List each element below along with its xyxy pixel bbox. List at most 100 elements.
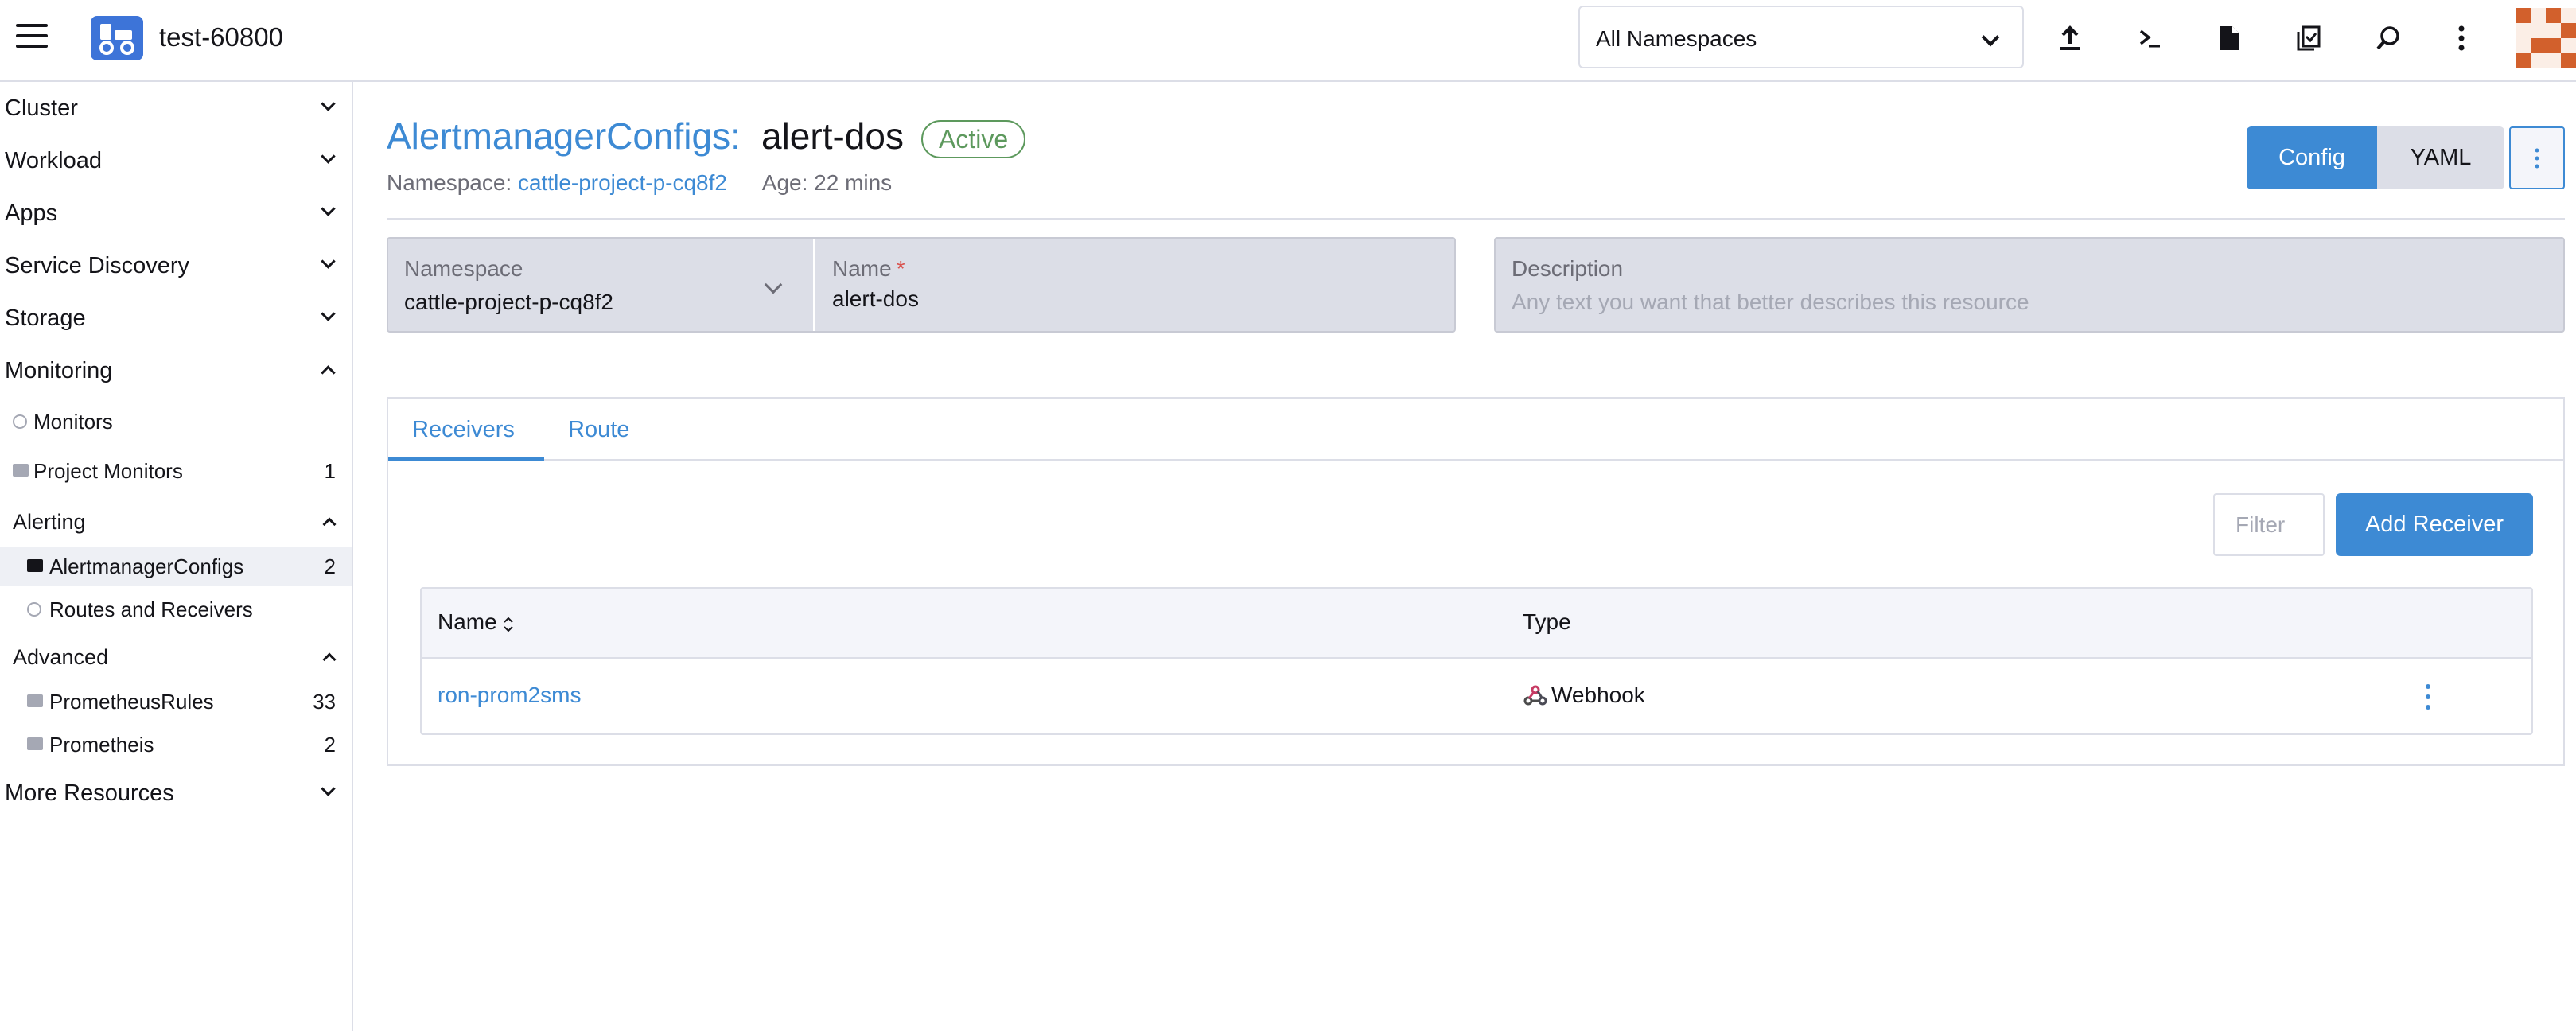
file-icon[interactable] xyxy=(2212,21,2247,56)
chevron-down-icon xyxy=(321,96,336,111)
menu-icon[interactable] xyxy=(16,24,48,53)
nav-group-workload[interactable]: Workload xyxy=(0,137,352,185)
nav-subgroup-label: Alerting xyxy=(13,510,86,534)
sidebar-item-label: Project Monitors xyxy=(33,459,183,483)
user-avatar[interactable] xyxy=(2516,8,2576,68)
nav-group-apps[interactable]: Apps xyxy=(0,189,352,237)
receiver-name-link[interactable]: ron-prom2sms xyxy=(438,683,581,708)
tab-route[interactable]: Route xyxy=(568,399,629,461)
nav-group-service-discovery[interactable]: Service Discovery xyxy=(0,242,352,290)
chevron-up-icon xyxy=(321,365,336,380)
shell-icon[interactable] xyxy=(2132,21,2167,56)
namespace-filter-value: All Namespaces xyxy=(1596,26,1757,51)
nav-group-monitoring[interactable]: Monitoring xyxy=(0,347,352,395)
webhook-icon xyxy=(1523,685,1547,706)
folder-icon xyxy=(27,559,43,572)
sidebar-item-prometheusrules[interactable]: PrometheusRules 33 xyxy=(0,682,352,722)
sidebar-item-alertmanagerconfigs[interactable]: AlertmanagerConfigs 2 xyxy=(0,547,352,586)
nav-group-more-resources[interactable]: More Resources xyxy=(0,769,352,817)
namespace-meta-label: Namespace: xyxy=(387,170,512,195)
sidebar-item-count: 2 xyxy=(324,733,336,757)
actions-menu-button[interactable] xyxy=(2509,126,2565,189)
resource-meta: Namespace: cattle-project-p-cq8f2 Age: 2… xyxy=(387,170,892,196)
header-divider xyxy=(387,218,2565,220)
tab-bar: Receivers Route xyxy=(388,399,2563,461)
copy-check-icon[interactable] xyxy=(2291,21,2326,56)
sidebar-item-label: Routes and Receivers xyxy=(49,597,253,621)
chevron-down-icon xyxy=(321,201,336,216)
sidebar-item-label: Prometheis xyxy=(49,733,154,757)
chevron-down-icon[interactable] xyxy=(764,275,783,294)
globe-icon xyxy=(27,602,41,617)
receiver-type-label: Webhook xyxy=(1551,683,1645,707)
nav-group-label: Apps xyxy=(5,200,58,226)
nav-group-cluster[interactable]: Cluster xyxy=(0,84,352,132)
more-vertical-icon xyxy=(2535,148,2539,168)
description-field-placeholder: Any text you want that better describes … xyxy=(1512,290,2029,314)
column-header-type: Type xyxy=(1523,609,1571,634)
resource-type-link[interactable]: AlertmanagerConfigs: xyxy=(387,115,741,158)
sort-icon[interactable] xyxy=(503,616,514,633)
namespace-field-label: Namespace xyxy=(404,256,523,281)
required-marker: * xyxy=(896,256,905,281)
upload-icon[interactable] xyxy=(2053,21,2088,56)
namespace-field-value[interactable]: cattle-project-p-cq8f2 xyxy=(404,290,613,315)
yaml-button[interactable]: YAML xyxy=(2377,126,2504,189)
nav-subgroup-advanced[interactable]: Advanced xyxy=(0,636,352,679)
filter-input[interactable] xyxy=(2215,495,2323,554)
description-field-label: Description xyxy=(1512,256,1624,281)
nav-group-label: Storage xyxy=(5,305,86,331)
sidebar-item-count: 33 xyxy=(313,690,336,714)
namespace-filter-select[interactable]: All Namespaces xyxy=(1578,6,2024,68)
row-actions-icon[interactable] xyxy=(2420,681,2436,713)
nav-group-storage[interactable]: Storage xyxy=(0,294,352,342)
table-header: Name Type xyxy=(422,589,2531,659)
sidebar-item-routes-and-receivers[interactable]: Routes and Receivers xyxy=(0,589,352,629)
sidebar-item-monitors[interactable]: Monitors xyxy=(0,402,352,442)
table-row: ron-prom2sms Webhook xyxy=(422,660,2531,733)
cluster-name: test-60800 xyxy=(159,22,283,52)
search-icon[interactable] xyxy=(2371,21,2406,56)
more-vertical-icon[interactable] xyxy=(2444,21,2479,56)
globe-icon xyxy=(13,414,27,429)
tab-receivers[interactable]: Receivers xyxy=(388,399,544,461)
column-header-name[interactable]: Name xyxy=(438,609,497,635)
chevron-down-icon xyxy=(321,149,336,164)
nav-group-label: Workload xyxy=(5,148,102,173)
add-receiver-button[interactable]: Add Receiver xyxy=(2336,493,2533,556)
filter-input-wrapper xyxy=(2213,493,2325,556)
nav-group-label: Cluster xyxy=(5,95,78,121)
sidebar-item-count: 1 xyxy=(324,459,336,483)
chevron-down-icon xyxy=(321,781,336,796)
nav-subgroup-alerting[interactable]: Alerting xyxy=(0,500,352,543)
sidebar-item-label: PrometheusRules xyxy=(49,690,214,714)
nav-group-label: More Resources xyxy=(5,780,174,806)
chevron-down-icon xyxy=(321,254,336,269)
namespace-name-field-group: Namespace cattle-project-p-cq8f2 Name * a… xyxy=(387,237,1456,333)
folder-icon xyxy=(13,464,29,477)
description-field[interactable]: Description Any text you want that bette… xyxy=(1494,237,2565,333)
receivers-table: Name Type ron-prom2sms Webhook xyxy=(420,587,2533,735)
sidebar-item-prometheis[interactable]: Prometheis 2 xyxy=(0,725,352,764)
nav-group-label: Monitoring xyxy=(5,358,113,383)
sidebar-item-label: Monitors xyxy=(33,410,113,434)
sidebar: Cluster Workload Apps Service Discovery … xyxy=(0,82,353,1031)
chevron-up-icon xyxy=(322,517,337,531)
nav-group-label: Service Discovery xyxy=(5,253,190,278)
sidebar-item-project-monitors[interactable]: Project Monitors 1 xyxy=(0,451,352,491)
folder-icon xyxy=(27,694,43,707)
page-title: alert-dos xyxy=(761,115,904,157)
chevron-down-icon xyxy=(1981,28,2000,47)
chevron-down-icon xyxy=(321,306,336,321)
sidebar-item-count: 2 xyxy=(324,554,336,578)
sidebar-item-label: AlertmanagerConfigs xyxy=(49,554,244,578)
name-field-value[interactable]: alert-dos xyxy=(832,286,919,312)
namespace-meta-link[interactable]: cattle-project-p-cq8f2 xyxy=(518,170,727,195)
view-mode-toggle: Config YAML xyxy=(2247,126,2504,189)
cluster-logo-icon xyxy=(91,16,143,60)
folder-icon xyxy=(27,737,43,750)
field-separator xyxy=(813,239,815,331)
config-button[interactable]: Config xyxy=(2247,126,2377,189)
age-meta: Age: 22 mins xyxy=(761,170,893,195)
receiver-type: Webhook xyxy=(1523,683,1645,708)
